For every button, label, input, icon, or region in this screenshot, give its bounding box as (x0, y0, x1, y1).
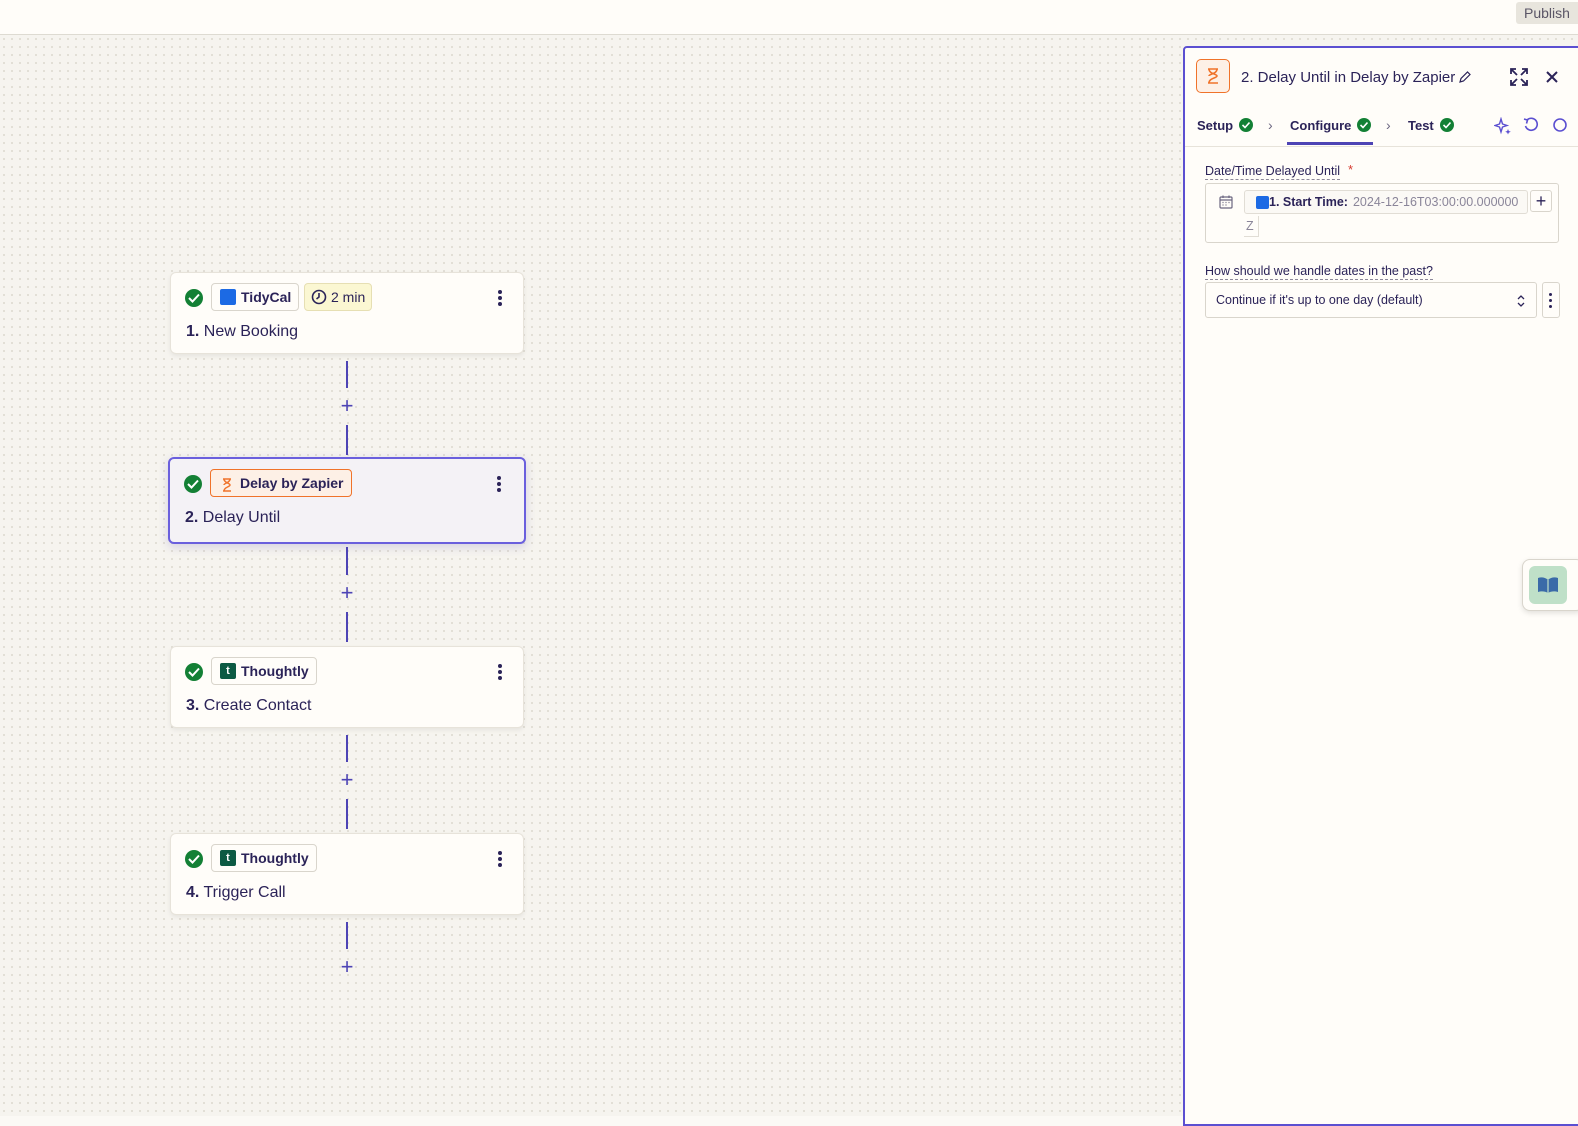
panel-tabs: Setup › Configure › Test (1185, 106, 1578, 147)
add-step-button[interactable]: + (337, 582, 357, 604)
datetime-field-label: Date/Time Delayed Until (1205, 164, 1341, 180)
success-check-icon (185, 850, 203, 868)
success-check-icon (185, 289, 203, 307)
mapped-field-pill-overflow: Z (1244, 216, 1259, 237)
app-name: Delay by Zapier (240, 475, 344, 491)
app-name: Thoughtly (241, 663, 309, 679)
connector-line (346, 735, 348, 762)
polling-time-chip: 2 min (304, 283, 373, 311)
insert-data-button[interactable]: + (1530, 190, 1552, 212)
ai-sparkle-icon[interactable] (1494, 117, 1512, 135)
thoughtly-icon: t (220, 663, 236, 679)
step-menu-button[interactable] (493, 287, 507, 309)
add-step-button[interactable]: + (337, 956, 357, 978)
step-card-4[interactable]: t Thoughtly 4. Trigger Call (170, 833, 524, 915)
edit-title-icon[interactable] (1458, 70, 1472, 84)
expand-icon[interactable] (1510, 68, 1528, 86)
success-check-icon (184, 475, 202, 493)
step-card-1[interactable]: TidyCal 2 min 1. New Booking (170, 272, 524, 354)
step-card-3[interactable]: t Thoughtly 3. Create Contact (170, 646, 524, 728)
app-badge-thoughtly: t Thoughtly (211, 844, 317, 872)
step-editor-panel: 2. Delay Until in Delay by Zapier Setup … (1183, 46, 1578, 1126)
connector-line (346, 612, 348, 642)
connector-line (346, 922, 348, 949)
field-options-button[interactable] (1542, 282, 1560, 318)
book-icon (1529, 566, 1567, 604)
clock-icon (311, 289, 327, 305)
chevron-right-icon: › (1268, 117, 1273, 133)
step-title: 4. Trigger Call (186, 884, 286, 901)
app-badge-thoughtly: t Thoughtly (211, 657, 317, 685)
app-badge-delay: Delay by Zapier (210, 469, 352, 497)
comment-icon[interactable] (1551, 117, 1567, 133)
step-title: 3. Create Contact (186, 697, 312, 714)
panel-title: 2. Delay Until in Delay by Zapier (1241, 69, 1456, 86)
mapped-field-pill[interactable]: 1. Start Time: 2024-12-16T03:00:00.000000 (1244, 190, 1528, 214)
past-dates-select[interactable]: Continue if it's up to one day (default) (1205, 282, 1537, 318)
required-mark: * (1348, 162, 1354, 177)
tidycal-icon (220, 289, 236, 305)
tab-configure[interactable]: Configure (1290, 118, 1372, 133)
top-bar: Publish (0, 0, 1578, 35)
undo-icon[interactable] (1523, 117, 1539, 133)
success-check-icon (1439, 118, 1454, 132)
tidycal-icon (1256, 196, 1269, 209)
active-tab-indicator (1287, 142, 1373, 145)
help-widget-button[interactable] (1522, 559, 1578, 611)
add-step-button[interactable]: + (337, 769, 357, 791)
connector-line (346, 361, 348, 388)
hourglass-icon (219, 475, 235, 492)
success-check-icon (185, 663, 203, 681)
connector-line (346, 425, 348, 455)
chevron-right-icon: › (1386, 117, 1391, 133)
step-menu-button[interactable] (493, 848, 507, 870)
chevron-updown-icon (1517, 295, 1525, 307)
app-name: TidyCal (241, 289, 292, 305)
step-card-2[interactable]: Delay by Zapier 2. Delay Until (168, 457, 526, 544)
app-badge-tidycal: TidyCal (211, 283, 300, 311)
close-icon[interactable] (1545, 70, 1559, 84)
datetime-input[interactable]: 1. Start Time: 2024-12-16T03:00:00.000000… (1205, 183, 1559, 243)
app-name: Thoughtly (241, 850, 309, 866)
connector-line (346, 799, 348, 829)
success-check-icon (1357, 118, 1372, 132)
connector-line (346, 547, 348, 575)
thoughtly-icon: t (220, 850, 236, 866)
step-title: 2. Delay Until (185, 509, 281, 526)
step-menu-button[interactable] (492, 473, 506, 495)
tab-setup[interactable]: Setup (1197, 118, 1254, 133)
step-title: 1. New Booking (186, 323, 299, 340)
publish-button[interactable]: Publish (1516, 2, 1578, 24)
past-dates-field-label: How should we handle dates in the past? (1205, 264, 1433, 280)
calendar-icon (1219, 195, 1233, 209)
delay-app-icon (1196, 59, 1230, 93)
success-check-icon (1239, 118, 1254, 132)
time-label: 2 min (331, 289, 366, 305)
tab-test[interactable]: Test (1408, 118, 1454, 133)
add-step-button[interactable]: + (337, 395, 357, 417)
step-menu-button[interactable] (493, 661, 507, 683)
